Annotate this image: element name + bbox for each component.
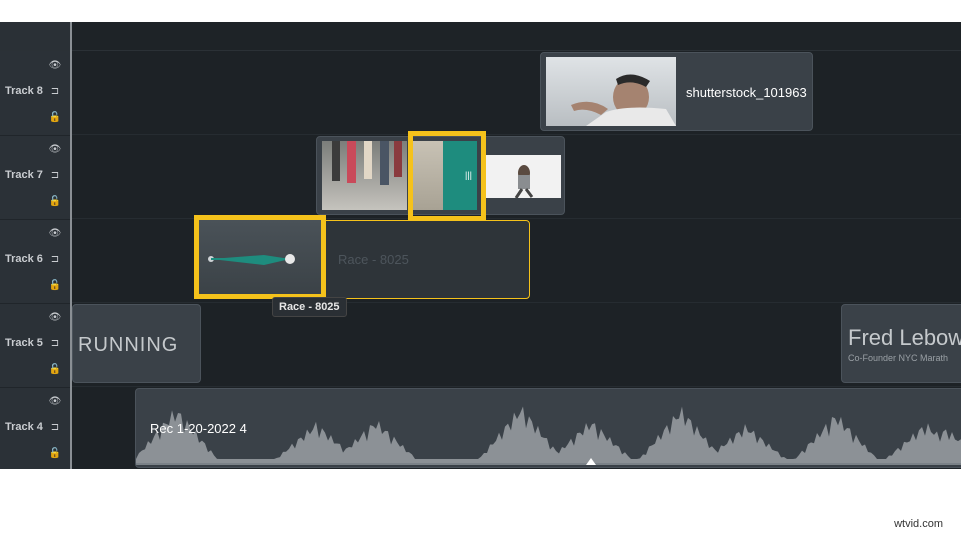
row-separator [72, 302, 961, 303]
track-header-panel: 👁 Track 8 ⊐ 🔓 👁 Track 7 ⊐ 🔓 👁 Track 6 ⊐ … [0, 51, 70, 469]
clip-audio[interactable]: Rec 1-20-2022 4 [135, 388, 961, 468]
eye-icon[interactable]: 👁 [48, 228, 62, 240]
clip-thumbnail [322, 141, 407, 210]
track-divider[interactable] [70, 22, 72, 469]
clip-title: shutterstock_101963 [686, 85, 807, 100]
animation-end-point[interactable] [285, 254, 295, 264]
watermark: wtvid.com [894, 518, 943, 530]
eye-icon[interactable]: 👁 [48, 144, 62, 156]
lock-icon[interactable]: 🔓 [48, 448, 62, 460]
clip-title: Fred Lebow [848, 325, 961, 350]
track-label: Track 7 [5, 169, 43, 181]
lock-icon[interactable]: 🔓 [48, 196, 62, 208]
clip-thumbnail [486, 155, 561, 198]
track-label: Track 4 [5, 421, 43, 433]
playhead-marker-icon[interactable] [586, 458, 596, 465]
row-separator [72, 134, 961, 135]
clip-title: Race - 8025 [338, 252, 409, 267]
highlight-transition [408, 131, 486, 221]
magnet-icon[interactable]: ⊐ [48, 338, 62, 350]
track-label: Track 5 [5, 337, 43, 349]
clip-title: RUNNING [78, 334, 179, 356]
track-header-8: 👁 Track 8 ⊐ 🔓 [0, 51, 70, 136]
track-header-6: 👁 Track 6 ⊐ 🔓 [0, 219, 70, 304]
timeline-ruler[interactable] [0, 22, 961, 51]
timeline: 👁 Track 8 ⊐ 🔓 👁 Track 7 ⊐ 🔓 👁 Track 6 ⊐ … [0, 22, 961, 469]
audio-volume-line[interactable] [136, 463, 961, 465]
clip-thumbnail [546, 57, 676, 126]
eye-icon[interactable]: 👁 [48, 396, 62, 408]
eye-icon[interactable]: 👁 [48, 60, 62, 72]
clip-shutterstock[interactable]: shutterstock_101963 [540, 52, 813, 131]
magnet-icon[interactable]: ⊐ [48, 86, 62, 98]
lock-icon[interactable]: 🔓 [48, 280, 62, 292]
track-header-7: 👁 Track 7 ⊐ 🔓 [0, 135, 70, 220]
magnet-icon[interactable]: ⊐ [48, 170, 62, 182]
track-label: Track 8 [5, 85, 43, 97]
track-label: Track 6 [5, 253, 43, 265]
clip-title: Rec 1-20-2022 4 [150, 421, 247, 436]
clip-fred-lebow[interactable]: Fred Lebow Co-Founder NYC Marath [841, 304, 961, 383]
clip-tooltip: Race - 8025 [272, 297, 347, 317]
clip-subtitle: Co-Founder NYC Marath [848, 353, 949, 363]
lock-icon[interactable]: 🔓 [48, 112, 62, 124]
audio-waveform [136, 406, 961, 463]
eye-icon[interactable]: 👁 [48, 312, 62, 324]
track-header-4: 👁 Track 4 ⊐ 🔓 [0, 387, 70, 469]
magnet-icon[interactable]: ⊐ [48, 422, 62, 434]
highlight-animation [194, 215, 326, 299]
clip-running-title[interactable]: RUNNING [72, 304, 201, 383]
magnet-icon[interactable]: ⊐ [48, 254, 62, 266]
lock-icon[interactable]: 🔓 [48, 364, 62, 376]
row-separator [72, 386, 961, 387]
track-header-5: 👁 Track 5 ⊐ 🔓 [0, 303, 70, 388]
